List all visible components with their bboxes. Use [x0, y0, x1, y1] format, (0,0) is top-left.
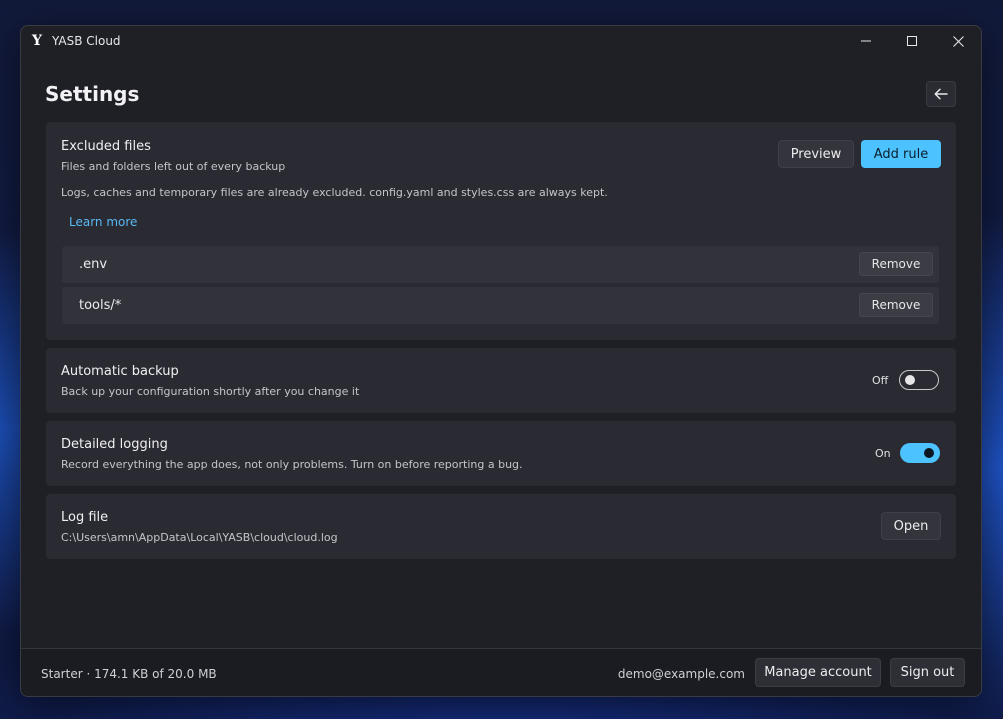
remove-rule-button[interactable]: Remove: [859, 293, 933, 317]
preview-button[interactable]: Preview: [778, 140, 854, 168]
excluded-files-card: Excluded files Files and folders left ou…: [46, 122, 956, 340]
account-email: demo@example.com: [617, 667, 745, 681]
window-title: YASB Cloud: [52, 34, 121, 48]
automatic-backup-toggle[interactable]: [899, 370, 939, 390]
automatic-backup-subtitle: Back up your configuration shortly after…: [61, 385, 360, 398]
app-logo-icon: Y: [32, 33, 42, 49]
plan-usage: Starter · 174.1 KB of 20.0 MB: [41, 667, 217, 681]
detailed-logging-card: Detailed logging Record everything the a…: [46, 421, 956, 486]
exclusion-rule-row: tools/* Remove: [62, 287, 939, 324]
close-button[interactable]: [935, 26, 981, 56]
automatic-backup-title: Automatic backup: [61, 364, 179, 379]
add-rule-button[interactable]: Add rule: [861, 140, 941, 168]
exclusion-rule-row: .env Remove: [62, 246, 939, 283]
excluded-files-title: Excluded files: [61, 139, 151, 154]
open-log-button[interactable]: Open: [881, 512, 941, 540]
log-file-path: C:\Users\amn\AppData\Local\YASB\cloud\cl…: [61, 531, 338, 544]
page-title: Settings: [45, 82, 140, 106]
log-file-title: Log file: [61, 510, 109, 525]
detailed-logging-toggle[interactable]: [900, 443, 940, 463]
remove-rule-button[interactable]: Remove: [859, 252, 933, 276]
toggle-knob: [905, 374, 915, 385]
minimize-icon: [861, 40, 871, 42]
detailed-logging-subtitle: Record everything the app does, not only…: [61, 458, 523, 471]
excluded-files-subtitle: Files and folders left out of every back…: [61, 160, 286, 173]
close-icon: [952, 35, 964, 47]
footer-bar: Starter · 174.1 KB of 20.0 MB demo@examp…: [21, 648, 981, 696]
manage-account-button[interactable]: Manage account: [755, 658, 881, 687]
detailed-logging-title: Detailed logging: [61, 437, 168, 452]
rule-pattern: .env: [79, 257, 108, 272]
detailed-logging-state: On: [875, 447, 891, 460]
minimize-button[interactable]: [843, 26, 889, 56]
excluded-files-note: Logs, caches and temporary files are alr…: [61, 186, 608, 199]
learn-more-link[interactable]: Learn more: [69, 215, 137, 229]
toggle-knob: [924, 448, 934, 458]
automatic-backup-card: Automatic backup Back up your configurat…: [46, 348, 956, 413]
window-controls: [843, 26, 981, 56]
rule-pattern: tools/*: [79, 298, 122, 313]
maximize-icon: [907, 36, 917, 46]
log-file-card: Log file C:\Users\amn\AppData\Local\YASB…: [46, 494, 956, 559]
app-window: Y YASB Cloud Settings Excluded files Fil…: [20, 25, 982, 697]
arrow-left-icon: [934, 88, 948, 100]
sign-out-button[interactable]: Sign out: [890, 658, 965, 687]
back-button[interactable]: [926, 81, 956, 107]
maximize-button[interactable]: [889, 26, 935, 56]
title-bar[interactable]: Y YASB Cloud: [21, 26, 981, 56]
automatic-backup-state: Off: [872, 374, 889, 387]
